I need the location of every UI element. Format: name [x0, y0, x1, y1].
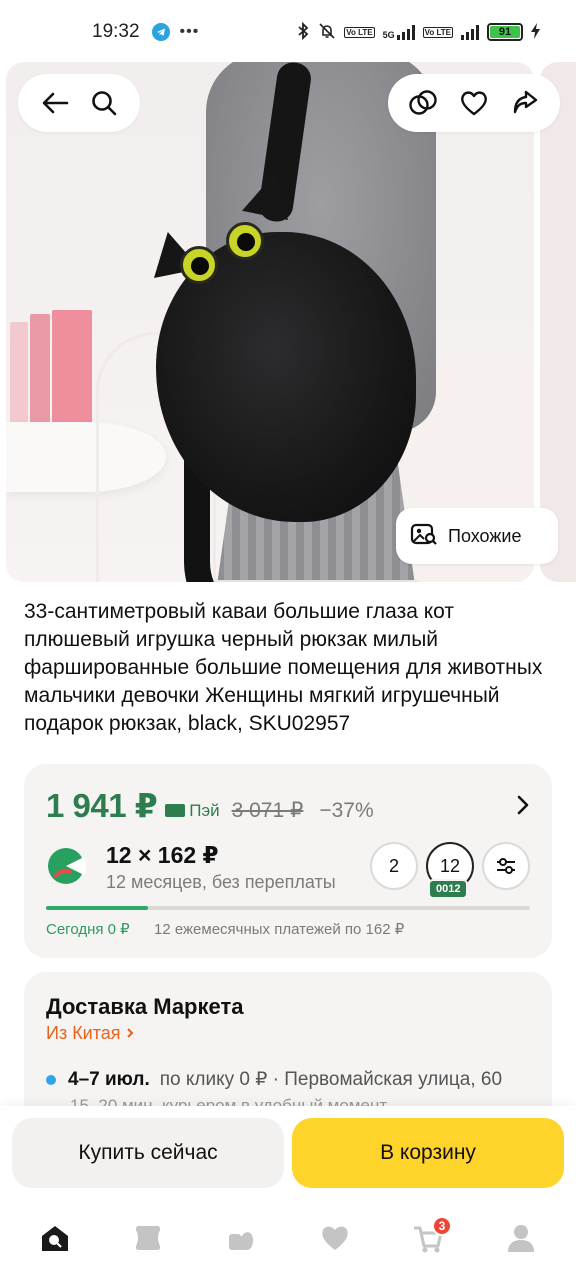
nav-cart[interactable]: 3: [400, 1212, 456, 1268]
search-icon[interactable]: [84, 83, 124, 123]
volte-badge-1: Vo LTE: [344, 26, 375, 38]
split-payment-terms: 12 месяцев, без переплаты: [106, 872, 336, 892]
buy-now-button[interactable]: Купить сейчас: [12, 1118, 284, 1188]
term-option-2[interactable]: 2: [370, 842, 418, 890]
similar-products-button[interactable]: Похожие: [396, 508, 558, 564]
signal-5g: 5G: [383, 24, 415, 40]
battery-icon: 91: [487, 23, 523, 41]
compare-icon[interactable]: [403, 83, 443, 123]
split-payment-amount: 12 × 162 ₽: [106, 842, 219, 868]
delivery-dot-icon: [46, 1074, 56, 1085]
nav-favorites[interactable]: [307, 1212, 363, 1268]
yandex-pay-badge: Пэй: [165, 800, 220, 821]
pay-card-icon: [165, 804, 186, 817]
image-search-icon: [410, 521, 438, 552]
next-image-preview[interactable]: [540, 62, 576, 582]
term-tag: 0012: [428, 879, 469, 899]
bottom-nav: 3: [0, 1200, 576, 1280]
cat-eye-right: [226, 222, 264, 260]
delivery-title: Доставка Маркета: [46, 994, 244, 1019]
profile-icon: [506, 1223, 536, 1258]
cat-eye-left: [180, 246, 218, 284]
signal-strength-icon: [396, 24, 415, 40]
split-logo-icon: [46, 846, 87, 886]
today-payment: Сегодня 0 ₽: [46, 921, 130, 938]
chevron-right-icon: [126, 1023, 134, 1043]
filter-settings-icon[interactable]: [482, 842, 530, 890]
delivery-dates: 4–7 июл.: [68, 1068, 150, 1090]
price-card[interactable]: 1 941 ₽ Пэй 3 071 ₽ −37% 12 × 162 ₽ 12 м…: [24, 764, 552, 958]
heart-icon[interactable]: [454, 83, 494, 123]
mute-bell-icon: [318, 22, 336, 43]
nav-profile[interactable]: [493, 1212, 549, 1268]
status-time: 19:32: [92, 21, 140, 42]
chevron-right-icon[interactable]: [516, 794, 530, 821]
catalog-icon: [132, 1222, 164, 1259]
delivery-option[interactable]: 4–7 июл. по клику 0 ₽ · Первомайская ули…: [46, 1068, 502, 1091]
nav-home[interactable]: [27, 1212, 83, 1268]
payment-progress-fill: [46, 906, 148, 910]
discount-label: −37%: [319, 799, 374, 822]
similar-products-label: Похожие: [448, 525, 522, 546]
product-image[interactable]: [6, 62, 534, 582]
status-bar: 19:32 ••• Vo LTE 5G Vo LTE 91: [0, 0, 576, 64]
delivery-details: по клику 0 ₽ · Первомайская улица, 60: [159, 1069, 503, 1090]
status-indicators: Vo LTE 5G Vo LTE 91: [296, 21, 540, 43]
fresh-food-icon: [225, 1222, 257, 1259]
battery-level: 91: [490, 26, 520, 38]
top-right-controls: [388, 74, 560, 132]
bluetooth-icon: [296, 21, 310, 43]
favorites-icon: [319, 1223, 351, 1258]
home-icon: [39, 1223, 71, 1258]
price-row: 1 941 ₽ Пэй 3 071 ₽ −37%: [46, 786, 374, 825]
network-type-label: 5G: [382, 30, 395, 40]
current-price: 1 941 ₽: [46, 787, 158, 824]
product-title: 33-сантиметровый каваи большие глаза кот…: [24, 600, 543, 735]
telegram-icon: [151, 23, 170, 41]
old-price: 3 071 ₽: [231, 799, 304, 822]
nav-fresh[interactable]: [213, 1212, 269, 1268]
more-notifications-icon: •••: [179, 23, 200, 40]
background-books: [6, 302, 98, 432]
add-to-cart-button[interactable]: В корзину: [292, 1118, 564, 1188]
delivery-origin-link[interactable]: Из Китая: [46, 1023, 134, 1044]
payment-schedule: 12 ежемесячных платежей по 162 ₽: [154, 921, 405, 938]
nav-catalog[interactable]: [120, 1212, 176, 1268]
volte-badge-2: Vo LTE: [422, 26, 453, 38]
delivery-origin-label: Из Китая: [46, 1023, 121, 1043]
top-left-controls: [18, 74, 140, 132]
cart-count-badge: 3: [431, 1216, 452, 1236]
signal-strength-icon-2: [461, 24, 479, 40]
share-icon[interactable]: [505, 83, 545, 123]
back-arrow-icon[interactable]: [35, 83, 75, 123]
action-bar: Купить сейчас В корзину: [0, 1106, 576, 1200]
payment-progress-track: [46, 906, 530, 910]
charging-icon: [531, 22, 540, 42]
pay-label: Пэй: [189, 800, 220, 820]
